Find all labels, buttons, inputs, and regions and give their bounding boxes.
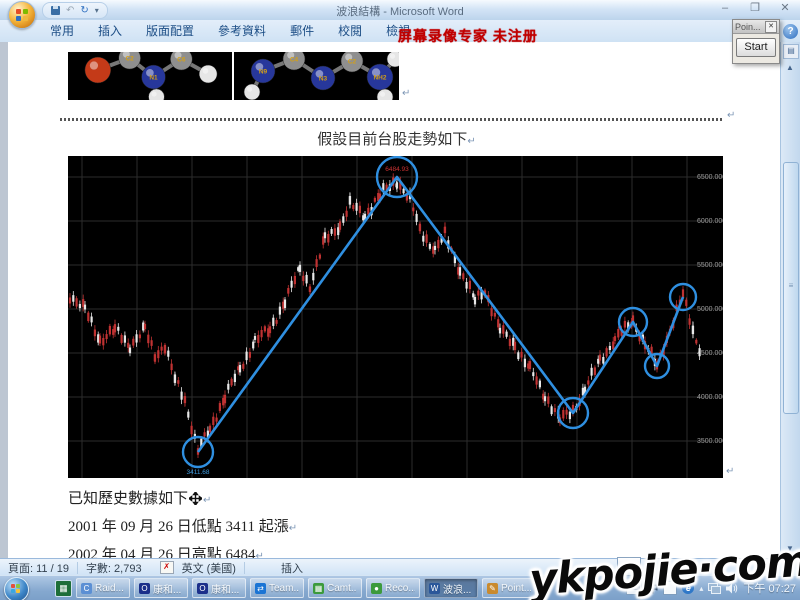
scroll-up-icon[interactable]: ▲	[782, 60, 798, 75]
qat-dropdown-icon[interactable]: ▾	[95, 5, 99, 17]
taskbar-button-kanghe-2[interactable]: O 康和...	[192, 578, 246, 598]
window-title: 波浪結構 - Microsoft Word	[0, 3, 800, 19]
raidcall-icon: C	[81, 583, 92, 594]
svg-text:3500.000: 3500.000	[697, 438, 723, 445]
page-indicator[interactable]: 頁面: 11 / 19	[0, 560, 77, 576]
windows-logo-icon	[11, 584, 21, 594]
paragraph-mark: ↵	[402, 88, 410, 99]
scrollbar-thumb[interactable]: ≡	[783, 162, 799, 414]
tab-home[interactable]: 常用	[38, 20, 86, 42]
svg-text:4500.000: 4500.000	[697, 350, 723, 357]
insert-mode[interactable]: 插入	[273, 560, 311, 576]
molecule-image-2: N9 C4 N3 C2 NH2	[234, 52, 399, 100]
teamviewer-icon: ⇄	[255, 583, 266, 594]
taskbar-button-camtasia[interactable]: ▦ Camt...	[308, 578, 362, 598]
proofing-error-icon[interactable]: ✗	[160, 561, 174, 574]
word-icon: W	[429, 583, 440, 594]
language-indicator[interactable]: 英文 (美國)	[174, 560, 244, 576]
screen-recorder-banner: 屏幕录像专家 未注册	[398, 26, 538, 46]
kanghe-icon: O	[197, 583, 208, 594]
title-bar: 波浪結構 - Microsoft Word – ❐ ✕	[0, 0, 800, 21]
svg-text:6484.93: 6484.93	[385, 166, 409, 173]
svg-text:5000.000: 5000.000	[697, 306, 723, 313]
vertical-scrollbar[interactable]: ▤ ▲ ≡ ▼	[780, 42, 800, 558]
paragraph-mark: ↵	[726, 466, 734, 477]
recorder-icon: ●	[371, 583, 382, 594]
redo-icon[interactable]: ↻	[80, 5, 88, 17]
tab-insert[interactable]: 插入	[86, 20, 134, 42]
quick-access-toolbar: ↶ ↻ ▾	[42, 2, 108, 19]
taskbar-button-teamviewer[interactable]: ⇄ Team...	[250, 578, 304, 598]
history-line-1: 2001 年 09 月 26 日低點 3411 起漲	[68, 519, 289, 535]
taskbar-button-pointofix[interactable]: ✎ Point...	[482, 578, 536, 598]
pointer-icon: ✎	[487, 583, 498, 594]
taskbar-button-kanghe-1[interactable]: O 康和...	[134, 578, 188, 598]
svg-text:C4: C4	[290, 57, 299, 64]
taskbar-button-word-active[interactable]: W 波浪...	[424, 578, 478, 598]
help-icon[interactable]: ?	[783, 24, 798, 39]
screen: 波浪結構 - Microsoft Word – ❐ ✕ ↶ ↻ ▾ 常用 插入 …	[0, 0, 800, 600]
tab-review[interactable]: 校閱	[326, 20, 374, 42]
svg-text:NH2: NH2	[373, 75, 386, 82]
svg-text:3411.68: 3411.68	[186, 469, 209, 476]
restore-button[interactable]: ❐	[744, 2, 766, 16]
taskbar-button-raidcall[interactable]: C Raid...	[76, 578, 130, 598]
svg-text:C2: C2	[125, 56, 134, 63]
point-window: Poin... ✕ Start	[732, 19, 780, 64]
svg-text:4000.000: 4000.000	[697, 394, 723, 401]
svg-text:6000.000: 6000.000	[697, 218, 723, 225]
minimize-button[interactable]: –	[714, 2, 736, 16]
svg-text:C2: C2	[348, 59, 357, 66]
document-page: C2 N1 C6 N9 C4 N3 C2 NH2 ↵ ↵ 假設目前台股走勢如下↵ 6500.…	[0, 42, 781, 558]
point-start-button[interactable]: Start	[736, 38, 776, 57]
thumb-grip: ≡	[784, 281, 798, 290]
camtasia-icon: ▦	[313, 583, 324, 594]
start-button[interactable]	[4, 577, 29, 600]
paragraph-mark: ↵	[289, 523, 297, 534]
save-icon[interactable]	[51, 6, 60, 15]
quick-launch-icon[interactable]: ▦	[55, 580, 72, 597]
svg-text:6500.000: 6500.000	[697, 174, 723, 181]
point-close-icon[interactable]: ✕	[765, 21, 777, 33]
tab-references[interactable]: 參考資料	[206, 20, 278, 42]
svg-text:N9: N9	[259, 69, 268, 76]
molecule-image-1: C2 N1 C6	[68, 52, 232, 100]
svg-text:C6: C6	[177, 57, 186, 64]
paragraph-mark: ↵	[727, 110, 735, 121]
close-button[interactable]: ✕	[774, 2, 796, 16]
office-button[interactable]	[8, 1, 36, 29]
candlestick-chart: 6500.000 6000.000 5500.000 5000.000 4500.000…	[68, 156, 723, 478]
dotted-separator	[60, 118, 724, 121]
paragraph-mark: ↵	[467, 136, 475, 147]
office-logo-icon	[16, 9, 28, 21]
svg-text:5500.000: 5500.000	[697, 262, 723, 269]
taskbar-button-recorder[interactable]: ● Reco...	[366, 578, 420, 598]
page-edge	[0, 42, 8, 558]
svg-text:N3: N3	[319, 76, 328, 83]
undo-icon[interactable]: ↶	[66, 5, 74, 17]
chart-caption: 假設目前台股走勢如下↵	[68, 128, 725, 149]
kanghe-icon: O	[139, 583, 150, 594]
tab-mailings[interactable]: 郵件	[278, 20, 326, 42]
point-window-title: Poin...	[735, 22, 761, 32]
tab-page-layout[interactable]: 版面配置	[134, 20, 206, 42]
move-cursor-icon	[189, 492, 202, 505]
paragraph-mark: ↵	[203, 495, 211, 506]
ruler-toggle-icon[interactable]: ▤	[783, 44, 799, 59]
history-heading: 已知歷史數據如下	[68, 491, 188, 507]
svg-text:N1: N1	[149, 74, 158, 81]
word-count[interactable]: 字數: 2,793	[78, 560, 150, 576]
